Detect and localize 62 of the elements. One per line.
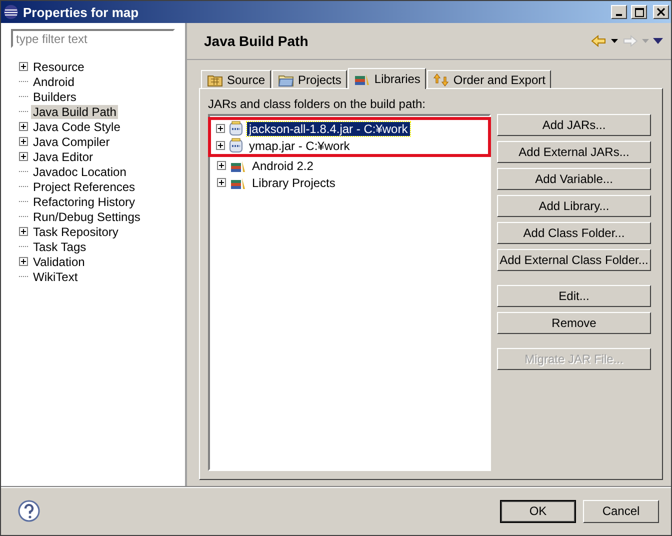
library-list[interactable]: jackson-all-1.8.4.jar - C:¥work ymap.jar - C:¥work Android 2.2 Library Projects — [208, 114, 491, 471]
sidebar-item[interactable]: Validation — [31, 254, 87, 268]
list-caption: JARs and class folders on the build path: — [208, 97, 426, 111]
minimize-button[interactable] — [611, 5, 627, 19]
action-button[interactable]: Add Class Folder... — [497, 222, 651, 244]
tab[interactable]: Order and Export — [427, 70, 552, 88]
help-icon[interactable] — [18, 500, 40, 522]
library-entry[interactable]: Library Projects — [250, 176, 338, 190]
expand-icon[interactable] — [19, 137, 28, 146]
sidebar-item[interactable]: Java Code Style — [31, 120, 122, 134]
dialog-button[interactable]: OK — [500, 500, 576, 522]
filter-field[interactable]: type filter text — [11, 29, 175, 48]
expand-icon[interactable] — [19, 257, 28, 266]
maximize-button[interactable] — [631, 5, 647, 19]
library-entry[interactable]: Android 2.2 — [250, 158, 316, 172]
page-title: Java Build Path — [204, 33, 310, 49]
books-icon — [354, 72, 370, 86]
tab[interactable]: Libraries — [348, 68, 426, 89]
action-button[interactable]: Add Variable... — [497, 168, 651, 190]
sidebar-item[interactable]: Java Build Path — [31, 104, 118, 118]
action-button[interactable]: Remove — [497, 312, 651, 334]
sidebar-item[interactable]: WikiText — [31, 270, 80, 284]
folder-icon — [207, 72, 223, 86]
dropdown-icon[interactable] — [611, 39, 618, 43]
close-icon — [657, 8, 665, 16]
dialog-button[interactable]: Cancel — [583, 500, 659, 522]
view-menu-icon[interactable] — [653, 38, 663, 44]
sidebar-item[interactable]: Android — [31, 74, 76, 88]
expand-icon[interactable] — [216, 124, 225, 133]
close-button[interactable] — [653, 5, 669, 19]
eclipse-logo-icon — [3, 4, 19, 20]
action-button[interactable]: Add External JARs... — [497, 141, 651, 163]
expand-icon[interactable] — [19, 152, 28, 161]
tab[interactable]: Projects — [272, 70, 348, 88]
jar-icon — [229, 121, 243, 136]
action-button[interactable]: Add External Class Folder... — [497, 249, 651, 271]
expand-icon[interactable] — [19, 62, 28, 71]
sidebar-item[interactable]: Builders — [31, 90, 78, 104]
library-entry[interactable]: jackson-all-1.8.4.jar - C:¥work — [247, 122, 410, 136]
maximize-icon — [634, 8, 644, 16]
sidebar-item[interactable]: Task Repository — [31, 224, 120, 238]
sidebar-item[interactable]: Task Tags — [31, 240, 88, 254]
expand-icon[interactable] — [19, 122, 28, 131]
expand-icon[interactable] — [216, 141, 225, 150]
sidebar-item[interactable]: Project References — [31, 180, 138, 194]
sidebar-item[interactable]: Java Compiler — [31, 134, 112, 148]
jar-icon — [229, 138, 243, 153]
sidebar-item[interactable]: Resource — [31, 60, 86, 74]
folder-icon — [278, 72, 294, 86]
action-button[interactable]: Add JARs... — [497, 114, 651, 136]
action-button[interactable]: Add Library... — [497, 195, 651, 217]
expand-icon[interactable] — [217, 161, 226, 170]
order-arrows-icon — [433, 72, 450, 86]
sidebar-item[interactable]: Java Editor — [31, 150, 96, 164]
sidebar-item[interactable]: Run/Debug Settings — [31, 210, 142, 224]
expand-icon[interactable] — [19, 227, 28, 236]
expand-icon[interactable] — [217, 178, 226, 187]
action-button[interactable]: Edit... — [497, 285, 651, 307]
tab[interactable]: Source — [201, 70, 272, 88]
sidebar-item[interactable]: Javadoc Location — [31, 164, 128, 178]
sidebar-item[interactable]: Refactoring History — [31, 194, 138, 208]
window-title: Properties for map — [23, 4, 140, 20]
